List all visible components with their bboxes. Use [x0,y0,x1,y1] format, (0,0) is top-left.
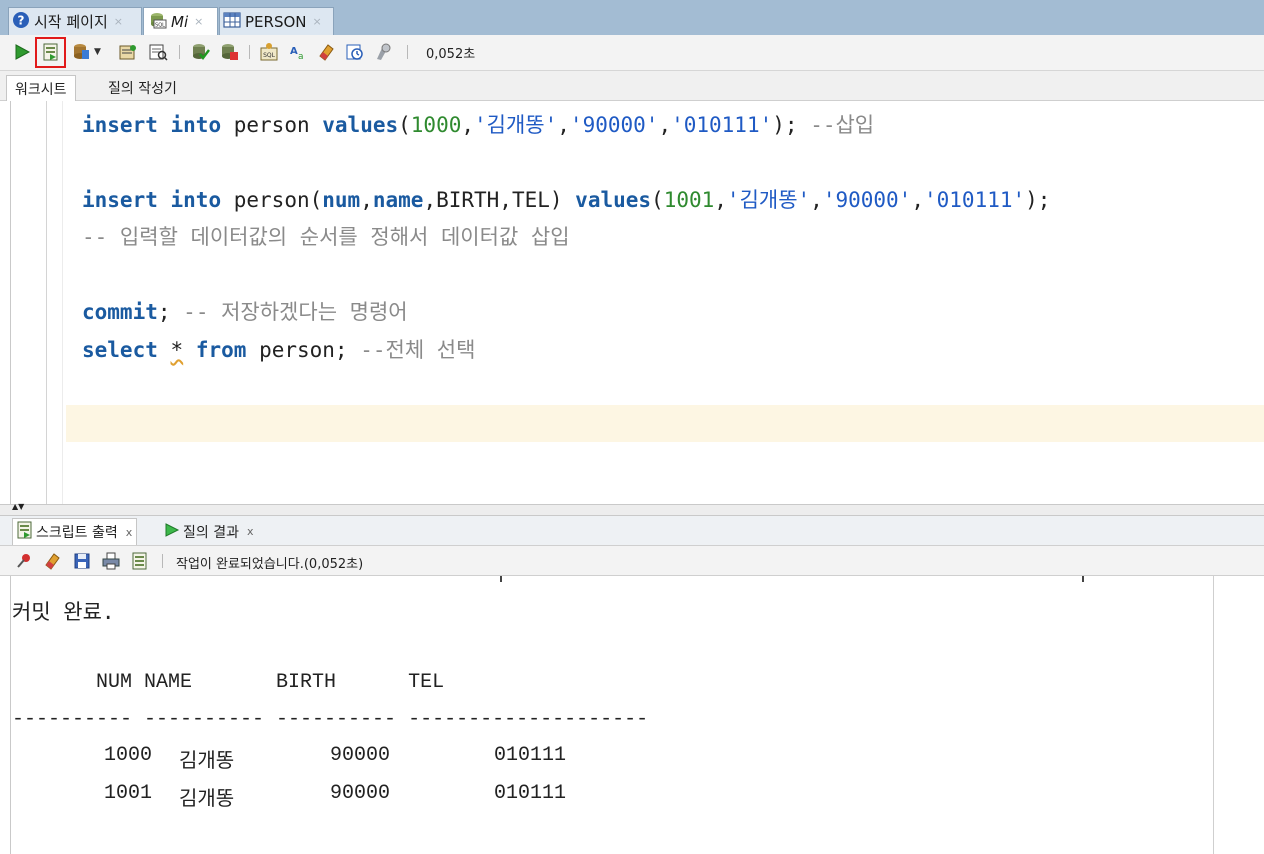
svg-text:?: ? [18,13,25,27]
result-header: NUM NAME BIRTH TEL [12,671,445,694]
document-tab-strip: ? 시작 페이지 × SQL Mi × PERSON × [0,0,1264,35]
code-line-5: select * from person; --전체 선택 [82,338,476,362]
sql-worksheet-icon: SQL [147,11,167,33]
run-statement-icon[interactable] [12,42,32,62]
status-message: 작업이 완료되었습니다.(0,052초) [176,557,364,572]
format-icon[interactable] [374,42,394,62]
tab-person-table[interactable]: PERSON × [219,7,334,35]
table-icon [223,11,241,32]
eraser-icon[interactable] [42,551,62,571]
tab-query-builder[interactable]: 질의 작성기 [100,75,185,101]
elapsed-time: 0,052초 [426,47,476,62]
code-line-3: -- 입력할 데이터값의 순서를 정해서 데이터값 삽입 [82,225,570,249]
svg-text:A: A [290,46,298,57]
close-icon[interactable]: × [194,15,203,28]
script-output-icon [17,521,33,543]
code-line-2: insert into person(num,name,BIRTH,TEL) v… [82,188,1051,212]
tab-label: 스크립트 출력 [36,525,118,541]
close-icon[interactable]: x [247,525,254,538]
sql-tuning-icon[interactable]: SQL [259,42,279,62]
autotrace-icon[interactable] [118,42,138,62]
svg-text:a: a [298,52,304,62]
save-icon[interactable] [72,551,92,571]
tab-label: 시작 페이지 [34,13,108,31]
dropdown-arrow-icon[interactable]: ▼ [94,47,101,57]
worksheet-toolbar: ▼ SQL Aa 0,052초 [0,35,1264,71]
close-icon[interactable]: x [126,526,133,539]
text-case-icon[interactable]: Aa [289,42,309,62]
svg-text:SQL: SQL [155,22,165,28]
result-rule: ---------- ---------- ---------- -------… [12,708,649,731]
help-icon: ? [12,11,30,33]
eraser-icon[interactable] [316,42,336,62]
tab-label: PERSON [245,12,307,31]
code-line-1: insert into person values(1000,'김개똥','90… [82,113,875,137]
current-line-highlight [66,405,1264,442]
close-icon[interactable]: × [114,15,123,28]
tab-script-output[interactable]: 스크립트 출력 x [12,518,138,545]
svg-text:SQL: SQL [263,52,276,59]
editor-subtabs: 워크시트 질의 작성기 [0,71,1264,101]
commit-message: 커밋 완료. [12,600,115,624]
close-icon[interactable]: × [313,15,322,28]
print-icon[interactable] [101,551,121,571]
tab-label: 질의 결과 [183,524,239,541]
tab-query-result[interactable]: 질의 결과 x [160,518,258,545]
script-icon[interactable] [130,551,150,571]
query-result-icon [164,522,180,542]
commit-icon[interactable] [71,42,91,62]
script-output-panel[interactable]: 커밋 완료. NUM NAME BIRTH TEL ---------- ---… [0,576,1264,854]
commit-transaction-icon[interactable] [190,42,210,62]
tab-label: Mi [171,12,189,31]
tab-start-page[interactable]: ? 시작 페이지 × [8,7,142,35]
code-line-4: commit; -- 저장하겠다는 명령어 [82,300,408,324]
output-tab-strip: 스크립트 출력 x 질의 결과 x [0,516,1264,546]
explain-plan-icon[interactable] [148,42,168,62]
tab-worksheet[interactable]: 워크시트 [6,75,76,101]
history-icon[interactable] [345,42,365,62]
pin-icon[interactable] [14,551,34,571]
run-script-icon[interactable] [41,42,61,62]
output-toolbar: 작업이 완료되었습니다.(0,052초) [0,546,1264,576]
panel-splitter[interactable]: ▲▼ [0,502,1264,516]
sql-editor[interactable]: insert into person values(1000,'김개똥','90… [0,101,1264,504]
tab-worksheet-mi[interactable]: SQL Mi × [143,7,218,35]
collapse-arrows-icon[interactable]: ▲▼ [12,502,24,511]
rollback-icon[interactable] [219,42,239,62]
